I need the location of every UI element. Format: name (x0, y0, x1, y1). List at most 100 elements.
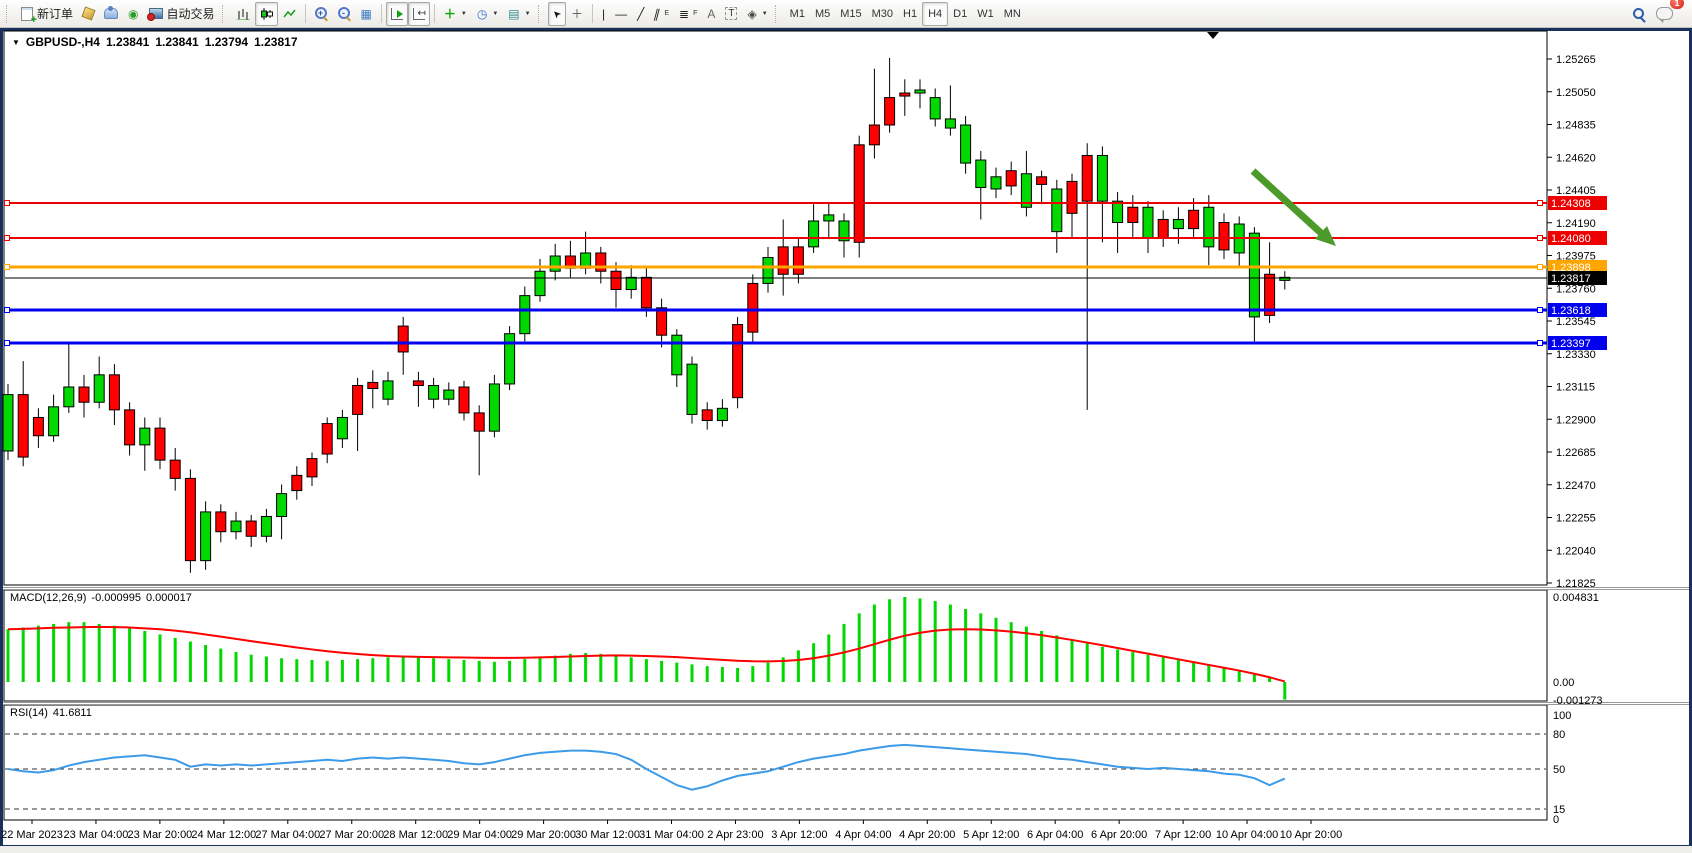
line-handle[interactable] (5, 308, 10, 313)
timeframe-h1-button[interactable]: H1 (898, 8, 922, 20)
symbol-period-label: GBPUSD-,H4 (26, 35, 100, 49)
rsi-name: RSI(14) (10, 707, 48, 719)
candle-body (793, 247, 803, 274)
chart-shift-button[interactable] (408, 2, 430, 26)
candle-body (201, 512, 211, 561)
main-toolbar: 新订单 ◉ 自动交易 + - ▦ ＋▼ ◷▼ ▤▼ ➤ ＋ | — ╱ ∥E ≣… (0, 0, 1692, 28)
line-handle[interactable] (5, 201, 10, 206)
timeframe-h4-button[interactable]: H4 (922, 2, 948, 26)
macd-histogram-bar (691, 664, 694, 682)
auto-trading-button[interactable]: 自动交易 (144, 2, 220, 26)
chart-canvas[interactable]: 1.252651.250501.248351.246201.244051.241… (0, 0, 1692, 853)
macd-histogram-bar (554, 656, 557, 682)
text-label-tool-button[interactable]: T (720, 2, 742, 26)
bar-chart-mode-button[interactable] (232, 2, 255, 26)
cursor-tool-button[interactable]: ➤ (548, 2, 566, 26)
zoom-in-button[interactable]: + (310, 2, 333, 26)
collapse-triangle-icon[interactable]: ▼ (12, 38, 20, 47)
line-handle[interactable] (5, 265, 10, 270)
macd-histogram-bar (143, 631, 146, 682)
macd-histogram-bar (706, 666, 709, 682)
line-handle[interactable] (1538, 308, 1543, 313)
chart-shift-marker[interactable] (1207, 32, 1219, 39)
candle-body (109, 375, 119, 410)
horizontal-line-tool-button[interactable]: — (610, 2, 632, 26)
candle-chart-mode-button[interactable] (255, 2, 278, 26)
equidistant-channel-icon: ∥ (653, 8, 662, 20)
macd-histogram-bar (1162, 657, 1165, 682)
line-handle[interactable] (1538, 201, 1543, 206)
line-handle[interactable] (1538, 236, 1543, 241)
macd-histogram-bar (22, 627, 25, 682)
candle-body (261, 516, 271, 536)
vertical-line-tool-button[interactable]: | (597, 2, 610, 26)
line-handle[interactable] (1538, 265, 1543, 270)
channel-e-subscript: E (664, 10, 669, 17)
candle-body (33, 417, 43, 435)
macd-histogram-bar (660, 661, 663, 682)
new-order-button[interactable]: 新订单 (16, 2, 78, 26)
macd-histogram-bar (478, 661, 481, 682)
macd-histogram-bar (402, 656, 405, 682)
macd-histogram-bar (1040, 631, 1043, 682)
candle-body (246, 521, 256, 536)
macd-histogram-bar (949, 605, 952, 682)
crosshair-tool-button[interactable]: ＋ (566, 2, 588, 26)
zoom-out-button[interactable]: - (333, 2, 356, 26)
candle-body (170, 460, 180, 478)
candle-body (550, 256, 560, 271)
chart-shift-icon (413, 8, 425, 20)
candle-body (778, 247, 788, 274)
macd-histogram-bar (189, 642, 192, 682)
macd-histogram-bar (250, 655, 253, 682)
text-label-icon: T (725, 7, 737, 20)
candle-body (413, 381, 423, 386)
macd-histogram-bar (812, 643, 815, 682)
candle-body (900, 93, 910, 96)
candle-body (1067, 181, 1077, 213)
shapes-icon: ◈ (747, 8, 756, 20)
line-chart-mode-button[interactable] (278, 2, 301, 26)
macd-histogram-bar (326, 661, 329, 682)
timeframe-w1-button[interactable]: W1 (972, 8, 999, 20)
auto-scroll-button[interactable] (386, 2, 408, 26)
candle-body (626, 277, 636, 289)
profile-button[interactable] (99, 2, 123, 26)
templates-button[interactable]: ▤▼ (503, 2, 535, 26)
macd-histogram-bar (1192, 663, 1195, 682)
line-handle[interactable] (5, 341, 10, 346)
cursor-icon: ➤ (550, 7, 564, 21)
signals-button[interactable]: ◉ (123, 2, 143, 26)
template-icon: ▤ (508, 8, 519, 20)
shapes-tool-button[interactable]: ◈▼ (742, 2, 772, 26)
notifications-button[interactable]: 1 (1651, 2, 1678, 26)
macd-histogram-bar (417, 657, 420, 682)
time-axis[interactable] (3, 821, 1548, 845)
macd-histogram-bar (1025, 627, 1028, 682)
trendline-tool-button[interactable]: ╱ (632, 2, 649, 26)
line-handle[interactable] (5, 236, 10, 241)
timeframe-m30-button[interactable]: M30 (867, 8, 898, 20)
channel-tool-button[interactable]: ∥E (649, 2, 674, 26)
candle-body (1219, 222, 1229, 249)
candle-body (991, 177, 1001, 189)
timeframe-m1-button[interactable]: M1 (785, 8, 810, 20)
timeframe-mn-button[interactable]: MN (999, 8, 1026, 20)
periods-button[interactable]: ◷▼ (472, 2, 503, 26)
new-order-label: 新订单 (37, 5, 73, 22)
tile-windows-button[interactable]: ▦ (356, 2, 377, 26)
symbols-button[interactable] (78, 2, 99, 26)
macd-histogram-bar (1116, 649, 1119, 682)
timeframe-m15-button[interactable]: M15 (835, 8, 866, 20)
text-tool-button[interactable]: A (702, 2, 720, 26)
chat-bubble-icon (1656, 7, 1673, 20)
line-handle[interactable] (1538, 341, 1543, 346)
timeframe-m5-button[interactable]: M5 (810, 8, 835, 20)
search-button[interactable] (1627, 2, 1651, 26)
price-axis[interactable] (1548, 31, 1689, 820)
indicators-button[interactable]: ＋▼ (439, 2, 472, 26)
timeframe-d1-button[interactable]: D1 (948, 8, 972, 20)
fibonacci-tool-button[interactable]: ≣F (674, 2, 702, 26)
candle-body (292, 475, 302, 490)
auto-scroll-icon (391, 8, 403, 20)
